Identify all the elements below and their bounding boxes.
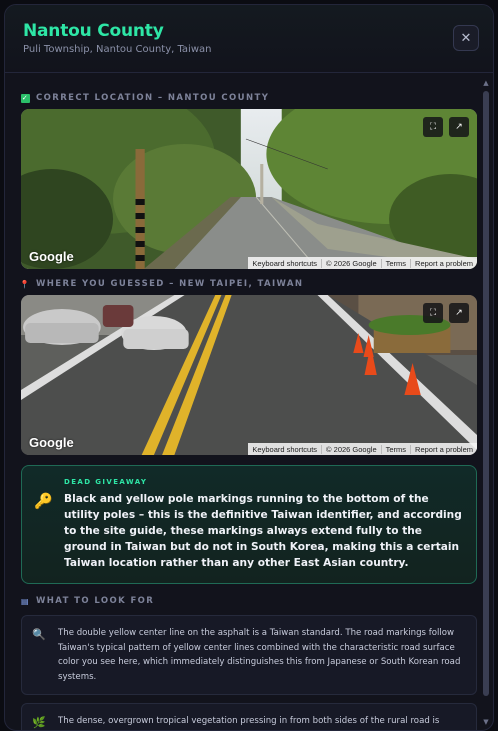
giveaway-text: Black and yellow pole markings running t… [64,493,462,569]
close-button[interactable]: ✕ [453,25,479,51]
map-attribution: Keyboard shortcuts © 2026 Google Terms R… [248,257,477,269]
scrollbar-thumb[interactable] [483,91,489,696]
open-external-button[interactable]: ↗ [449,117,469,137]
location-modal: Nantou County Puli Township, Nantou Coun… [4,4,494,731]
fullscreen-button[interactable]: ⛶ [423,117,443,137]
fullscreen-button[interactable]: ⛶ [423,303,443,323]
key-icon: 🔑 [34,492,53,510]
report-problem-link[interactable]: Report a problem [410,444,477,454]
tip-card: 🔍 The double yellow center line on the a… [21,615,477,695]
correct-streetview[interactable]: ⛶ ↗ Google Keyboard shortcuts © 2026 Goo… [21,109,477,269]
guess-streetview-image [21,295,477,455]
modal-header: Nantou County Puli Township, Nantou Coun… [5,5,493,73]
page-title: Nantou County [23,21,164,41]
scroll-up-arrow-icon[interactable]: ▲ [482,79,490,87]
fullscreen-icon: ⛶ [429,308,437,318]
external-link-icon: ↗ [455,308,463,318]
book-icon: ▤ [21,596,30,606]
location-subtitle: Puli Township, Nantou County, Taiwan [23,44,212,55]
dead-giveaway-card: 🔑 DEAD GIVEAWAY Black and yellow pole ma… [21,465,477,584]
terms-link[interactable]: Terms [380,444,410,454]
tip-text: The double yellow center line on the asp… [58,628,461,682]
correct-location-label: ✓ CORRECT LOCATION – NANTOU COUNTY [21,93,270,103]
google-logo: Google [29,435,74,450]
external-link-icon: ↗ [455,122,463,132]
copyright-text: © 2026 Google [321,258,381,268]
guess-streetview[interactable]: ⛶ ↗ Google Keyboard shortcuts © 2026 Goo… [21,295,477,455]
pin-icon: 📍 [19,279,32,289]
open-external-button[interactable]: ↗ [449,303,469,323]
leaf-icon: 🌿 [32,716,46,729]
giveaway-label: DEAD GIVEAWAY [64,478,148,486]
keyboard-shortcuts-link[interactable]: Keyboard shortcuts [248,445,321,454]
what-to-look-for-label: ▤ WHAT TO LOOK FOR [21,596,155,606]
guess-location-label: 📍 WHERE YOU GUESSED – NEW TAIPEI, TAIWAN [19,279,304,289]
copyright-text: © 2026 Google [321,444,381,454]
tip-text: The dense, overgrown tropical vegetation… [58,716,440,726]
scrollbar[interactable]: ▲ ▼ [482,79,490,726]
tip-card: 🌿 The dense, overgrown tropical vegetati… [21,703,477,730]
check-icon: ✓ [21,93,30,103]
terms-link[interactable]: Terms [380,258,410,268]
modal-body[interactable]: ✓ CORRECT LOCATION – NANTOU COUNTY ⛶ ↗ G… [5,74,493,730]
map-attribution: Keyboard shortcuts © 2026 Google Terms R… [248,443,477,455]
google-logo: Google [29,249,74,264]
correct-streetview-image [21,109,477,269]
report-problem-link[interactable]: Report a problem [410,258,477,268]
close-icon: ✕ [460,30,472,46]
fullscreen-icon: ⛶ [429,122,437,132]
keyboard-shortcuts-link[interactable]: Keyboard shortcuts [248,259,321,268]
magnifier-icon: 🔍 [32,628,46,641]
scroll-down-arrow-icon[interactable]: ▼ [482,718,490,726]
